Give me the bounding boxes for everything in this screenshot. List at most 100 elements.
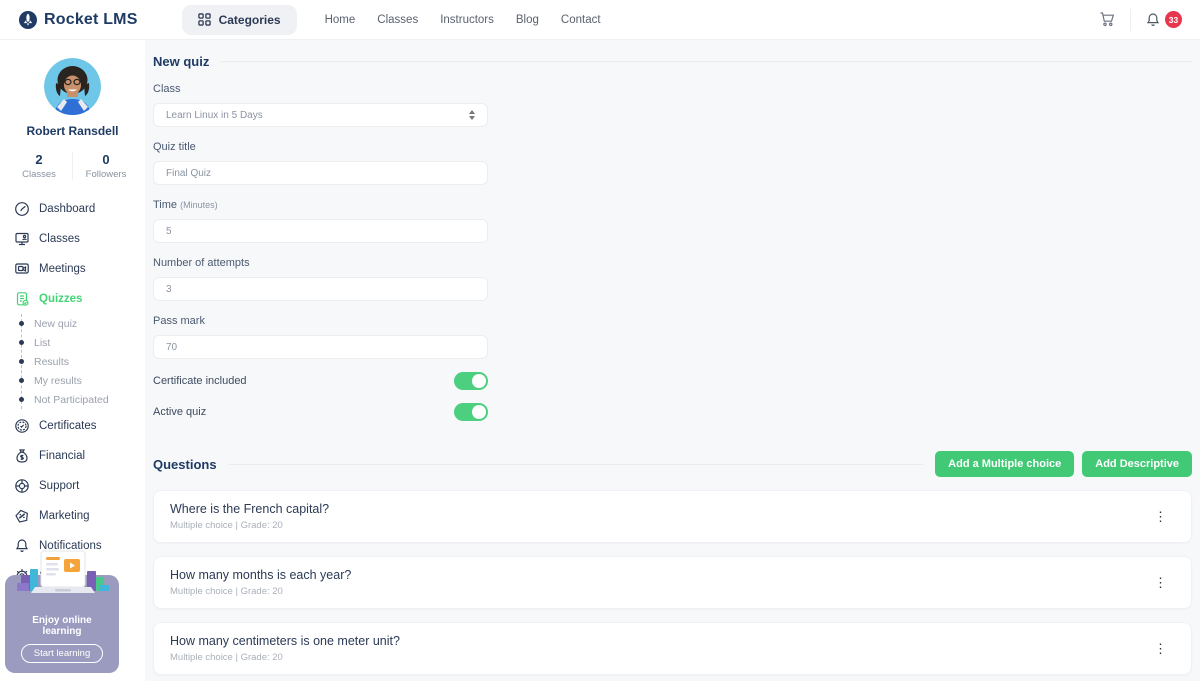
certificate-toggle[interactable] [454,372,488,390]
nav-link-contact[interactable]: Contact [561,14,601,26]
promo-text: Enjoy online learning [13,615,111,637]
promo-card: Enjoy online learning Start learning [5,575,119,673]
sidebar-item-meetings[interactable]: Meetings [14,254,145,284]
certificate-toggle-row: Certificate included [153,372,488,390]
divider [229,464,924,465]
sidebar-item-financial[interactable]: Financial [14,441,145,471]
question-title: How many months is each year? [170,568,351,582]
categories-button[interactable]: Categories [182,5,297,35]
user-avatar[interactable] [44,58,101,115]
bullet-dot [19,378,24,383]
bell-icon [1145,12,1161,28]
quizzes-submenu: New quiz List Results My results Not Par… [21,314,145,409]
grid-icon [198,13,211,26]
toggle-knob [472,405,486,419]
classes-icon [14,231,30,247]
user-name: Robert Ransdell [0,124,145,138]
question-card: Where is the French capital? Multiple ch… [153,490,1192,543]
sidebar-item-marketing[interactable]: Marketing [14,501,145,531]
notification-count-badge[interactable]: 33 [1165,11,1182,28]
categories-label: Categories [219,13,281,27]
question-meta: Multiple choice | Grade: 20 [170,652,400,663]
quiz-title-input[interactable] [153,161,488,185]
question-meta: Multiple choice | Grade: 20 [170,520,329,531]
attempts-input[interactable] [153,277,488,301]
sidebar-item-support[interactable]: Support [14,471,145,501]
question-menu-button[interactable]: ⋮ [1146,572,1175,593]
add-descriptive-button[interactable]: Add Descriptive [1082,451,1192,477]
attempts-label: Number of attempts [153,257,488,269]
time-label: Time (Minutes) [153,199,488,211]
active-quiz-toggle-label: Active quiz [153,406,206,418]
main-nav: Home Classes Instructors Blog Contact [325,14,601,26]
lifebuoy-icon [14,478,30,494]
bullet-dot [19,340,24,345]
nav-link-home[interactable]: Home [325,14,356,26]
notifications-button[interactable] [1145,12,1161,28]
nav-link-blog[interactable]: Blog [516,14,539,26]
sidebar-item-certificates[interactable]: Certificates [14,411,145,441]
question-card: How many months is each year? Multiple c… [153,556,1192,609]
sidebar-item-quizzes[interactable]: Quizzes [14,284,145,314]
divider [221,61,1192,62]
class-select[interactable]: Learn Linux in 5 Days [153,103,488,127]
start-learning-button[interactable]: Start learning [21,644,104,663]
quiz-icon [14,291,30,307]
submenu-my-results[interactable]: My results [22,371,145,390]
certificate-toggle-label: Certificate included [153,375,247,387]
brand-logo[interactable]: Rocket LMS [18,10,138,30]
submenu-list[interactable]: List [22,333,145,352]
cart-icon [1099,11,1116,28]
quiz-title-label: Quiz title [153,141,488,153]
sidebar: Robert Ransdell 2 Classes 0 Followers Da… [0,40,145,681]
pass-mark-field-group: Pass mark [153,315,488,359]
submenu-results[interactable]: Results [22,352,145,371]
question-card: How many centimeters is one meter unit? … [153,622,1192,675]
meetings-icon [14,261,30,277]
active-quiz-toggle[interactable] [454,403,488,421]
question-menu-button[interactable]: ⋮ [1146,506,1175,527]
submenu-new-quiz[interactable]: New quiz [22,314,145,333]
toggle-knob [472,374,486,388]
certificate-icon [14,418,30,434]
select-caret-icon [469,110,475,120]
stat-followers: 0 Followers [72,152,139,180]
question-title: How many centimeters is one meter unit? [170,634,400,648]
bullet-dot [19,321,24,326]
pass-mark-label: Pass mark [153,315,488,327]
user-stats: 2 Classes 0 Followers [6,152,139,180]
sidebar-item-classes[interactable]: Classes [14,224,145,254]
cart-button[interactable] [1099,11,1116,28]
rocket-logo-icon [18,10,38,30]
time-field-group: Time (Minutes) [153,199,488,243]
question-meta: Multiple choice | Grade: 20 [170,586,351,597]
time-hint: (Minutes) [180,200,218,210]
class-select-value: Learn Linux in 5 Days [166,110,263,121]
question-menu-button[interactable]: ⋮ [1146,638,1175,659]
brand-name: Rocket LMS [44,11,138,29]
sidebar-item-dashboard[interactable]: Dashboard [14,194,145,224]
time-input[interactable] [153,219,488,243]
dashboard-icon [14,201,30,217]
pass-mark-input[interactable] [153,335,488,359]
stat-classes: 2 Classes [6,152,72,180]
quiz-title-field-group: Quiz title [153,141,488,185]
top-navbar: Rocket LMS Categories Home Classes Instr… [0,0,1200,40]
main-content: New quiz Class Learn Linux in 5 Days Qui… [145,40,1200,681]
submenu-not-participated[interactable]: Not Participated [22,390,145,409]
page-title: New quiz [153,54,209,69]
marketing-icon [14,508,30,524]
questions-title: Questions [153,457,217,472]
bullet-dot [19,397,24,402]
active-quiz-toggle-row: Active quiz [153,403,488,421]
nav-link-instructors[interactable]: Instructors [440,14,494,26]
class-label: Class [153,83,488,95]
add-multiple-choice-button[interactable]: Add a Multiple choice [935,451,1074,477]
nav-link-classes[interactable]: Classes [377,14,418,26]
navbar-divider [1130,9,1131,31]
question-title: Where is the French capital? [170,502,329,516]
bullet-dot [19,359,24,364]
class-field-group: Class Learn Linux in 5 Days [153,83,488,127]
money-bag-icon [14,448,30,464]
attempts-field-group: Number of attempts [153,257,488,301]
